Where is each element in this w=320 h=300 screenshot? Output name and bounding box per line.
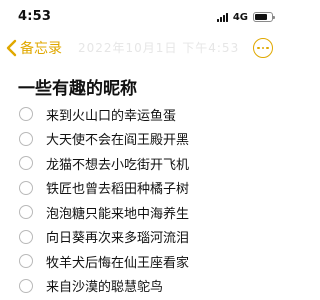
checklist-item-text[interactable]: 大天使不会在阎王殿开黑 [46,129,189,148]
checklist-item[interactable]: 向日葵再次来多瑙河流泪 [0,225,283,250]
checklist-item[interactable]: 来自沙漠的聪慧鸵鸟 [0,274,283,299]
battery-icon [253,12,275,22]
checklist-item[interactable]: 泡泡糖只能来地中海养生 [0,200,283,225]
checklist: 来到火山口的幸运鱼蛋 大天使不会在阎王殿开黑 龙猫不想去小吃街开飞机 铁匠也曾去稻田种… [0,102,283,298]
checklist-item[interactable]: 龙猫不想去小吃街开飞机 [0,151,283,176]
note-date-header: 2022年10月1日 下午4:53 [78,41,240,55]
back-label: 备忘录 [20,41,62,57]
checkbox-circle-icon[interactable] [19,180,33,195]
checklist-item[interactable]: 来到火山口的幸运鱼蛋 [0,102,283,127]
checklist-item-text[interactable]: 来自沙漠的聪慧鸵鸟 [46,276,163,295]
chevron-left-icon [6,39,17,57]
note-title[interactable]: 一些有趣的昵称 [18,74,137,99]
network-type: 4G [232,11,248,23]
checkbox-circle-icon[interactable] [19,131,33,146]
battery-fill [255,14,267,20]
checklist-item-text[interactable]: 泡泡糖只能来地中海养生 [46,203,189,222]
checkbox-circle-icon[interactable] [19,156,33,171]
checklist-item-text[interactable]: 铁匠也曾去稻田种橘子树 [46,178,189,197]
status-bar: 4:53 4G [0,0,283,32]
checklist-item-text[interactable]: 向日葵再次来多瑙河流泪 [46,227,189,246]
checklist-item-text[interactable]: 来到火山口的幸运鱼蛋 [46,105,176,124]
checkbox-circle-icon[interactable] [19,205,33,220]
checkbox-circle-icon[interactable] [19,278,33,293]
more-options-button[interactable] [253,38,273,58]
checkbox-circle-icon[interactable] [19,254,33,269]
status-indicators: 4G [216,11,275,23]
checklist-item[interactable]: 大天使不会在阎王殿开黑 [0,127,283,152]
checklist-item-text[interactable]: 牧羊犬后悔在仙王座看家 [46,252,189,271]
ellipsis-circle-icon [257,46,260,50]
checklist-item[interactable]: 铁匠也曾去稻田种橘子树 [0,176,283,201]
notes-screen: 4:53 4G 备忘录 2022年10月1日 下午4:53 一些有趣的昵称 来到… [0,0,283,300]
status-time: 4:53 [18,9,52,24]
signal-bars-icon [216,12,228,22]
back-button[interactable]: 备忘录 [6,38,62,58]
checkbox-circle-icon[interactable] [19,107,33,122]
checklist-item-text[interactable]: 龙猫不想去小吃街开飞机 [46,154,189,173]
checklist-item[interactable]: 牧羊犬后悔在仙王座看家 [0,249,283,274]
checkbox-circle-icon[interactable] [19,229,33,244]
